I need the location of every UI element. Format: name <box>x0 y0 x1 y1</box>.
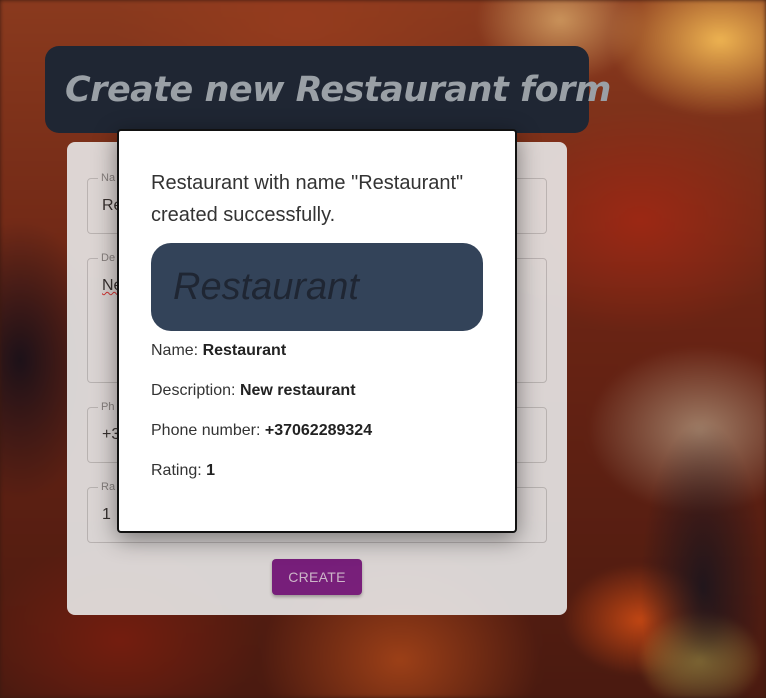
detail-rating-value: 1 <box>206 462 216 479</box>
restaurant-banner-title: Restaurant <box>173 265 359 308</box>
detail-description-label: Description: <box>151 382 236 399</box>
detail-name-label: Name: <box>151 342 199 359</box>
detail-name: Name: Restaurant <box>151 342 286 360</box>
success-message: Restaurant with name "Restaurant" create… <box>151 172 464 226</box>
detail-rating-label: Rating: <box>151 462 202 479</box>
success-dialog: Restaurant with name "Restaurant" create… <box>117 129 517 533</box>
detail-description: Description: New restaurant <box>151 382 356 400</box>
create-button[interactable]: CREATE <box>272 559 362 595</box>
page: Create new Restaurant form Na Re De Ne P… <box>0 0 766 698</box>
form-title-banner: Create new Restaurant form <box>45 46 611 133</box>
detail-rating: Rating: 1 <box>151 462 215 480</box>
name-field-label: Na <box>98 172 119 184</box>
detail-phone: Phone number: +37062289324 <box>151 422 372 440</box>
detail-description-value: New restaurant <box>239 382 356 399</box>
description-field-label: De <box>98 252 119 264</box>
rating-field-label: Ra <box>98 481 119 493</box>
detail-name-value: Restaurant <box>202 342 287 359</box>
restaurant-banner: Restaurant <box>151 243 483 331</box>
form-title: Create new Restaurant form <box>65 69 611 110</box>
rating-field-value: 1 <box>102 506 111 523</box>
phone-field-label: Ph <box>98 401 118 413</box>
background-shade <box>640 420 766 698</box>
detail-phone-label: Phone number: <box>151 422 261 439</box>
detail-phone-value: +37062289324 <box>264 422 373 439</box>
